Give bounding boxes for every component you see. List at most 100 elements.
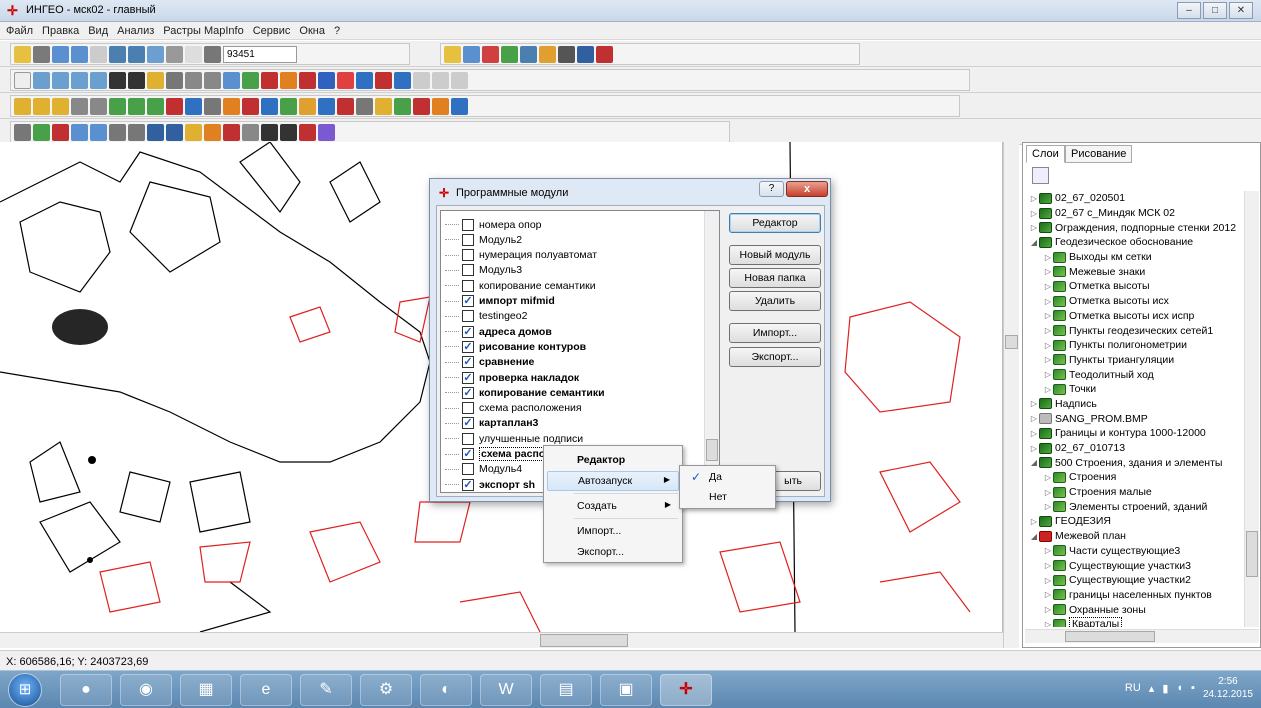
paste-icon[interactable] xyxy=(432,71,449,89)
module-autostart-checkbox[interactable]: ✓ xyxy=(462,325,474,338)
language-indicator[interactable]: RU xyxy=(1125,682,1141,694)
expand-arrow-icon[interactable]: ▷ xyxy=(1043,473,1053,482)
layer-tree-hscrollbar[interactable] xyxy=(1025,629,1259,643)
expand-arrow-icon[interactable]: ▷ xyxy=(1043,576,1053,585)
expand-arrow-icon[interactable]: ▷ xyxy=(1043,370,1053,379)
filter-icon[interactable] xyxy=(71,123,88,141)
circle-icon[interactable] xyxy=(432,97,449,115)
layer-item[interactable]: ▷ Точки xyxy=(1025,382,1245,397)
scale-input[interactable] xyxy=(223,45,297,63)
module-autostart-checkbox[interactable] xyxy=(462,310,474,323)
module-autostart-checkbox[interactable]: ✓ xyxy=(462,295,474,307)
tray-app-icon[interactable]: ▪ xyxy=(1191,682,1195,694)
module-list-scroll-thumb[interactable] xyxy=(706,439,718,461)
module-item[interactable]: ✓ копирование семантики xyxy=(445,385,605,400)
panel-c-icon[interactable] xyxy=(299,123,316,141)
module-item[interactable]: ✓ экспорт sh xyxy=(445,477,535,492)
module-autostart-checkbox[interactable] xyxy=(462,432,474,445)
layer-item[interactable]: ▷ Элементы строений, зданий xyxy=(1025,499,1245,514)
tool-a-icon[interactable] xyxy=(14,97,31,115)
scissors-icon[interactable] xyxy=(90,97,107,115)
snap-icon[interactable] xyxy=(242,71,259,89)
tr-icon[interactable] xyxy=(261,97,278,115)
menu-analysis[interactable]: Анализ xyxy=(117,25,154,37)
expand-arrow-icon[interactable]: ▷ xyxy=(1043,253,1053,262)
dialog-close-button[interactable]: x xyxy=(786,181,828,197)
network-icon[interactable]: ▮ xyxy=(1162,682,1168,695)
edit-icon[interactable] xyxy=(444,45,461,63)
module-item[interactable]: ✓ проверка накладок xyxy=(445,370,579,385)
module-autostart-checkbox[interactable]: ✓ xyxy=(462,340,474,353)
layer-item[interactable]: ▷ ГЕОДЕЗИЯ xyxy=(1025,514,1245,529)
save-icon[interactable] xyxy=(33,45,50,63)
layer-item[interactable]: ▷ Кварталы xyxy=(1025,617,1245,627)
delete-button[interactable]: Удалить xyxy=(729,291,821,311)
label-icon[interactable] xyxy=(223,97,240,115)
layer-item[interactable]: ▷ Существующие участки2 xyxy=(1025,573,1245,588)
tab-drawing[interactable]: Рисование xyxy=(1065,145,1133,163)
word-icon[interactable]: W xyxy=(480,674,532,706)
module-item[interactable]: нумерация полуавтомат xyxy=(445,248,597,263)
module-item[interactable]: ✓ импорт mifmid xyxy=(445,294,555,309)
tool-f-icon[interactable] xyxy=(223,123,240,141)
module-item[interactable]: схема расположения xyxy=(445,401,582,416)
map-horizontal-scrollbar[interactable] xyxy=(0,632,1003,648)
text-icon[interactable] xyxy=(147,71,164,89)
window-icon[interactable] xyxy=(577,45,594,63)
find-icon[interactable] xyxy=(356,97,373,115)
layer-item[interactable]: ▷ Выходы км сетки xyxy=(1025,250,1245,265)
expand-arrow-icon[interactable]: ▷ xyxy=(1043,297,1053,306)
module-autostart-checkbox[interactable]: ✓ xyxy=(462,478,474,491)
module-item[interactable]: улучшенные подписи xyxy=(445,431,583,446)
layer-item[interactable]: ◢ Геодезическое обоснование xyxy=(1025,235,1245,250)
map-vscroll-thumb[interactable] xyxy=(1005,335,1018,349)
number-icon[interactable] xyxy=(318,71,335,89)
csv-icon[interactable] xyxy=(394,97,411,115)
module-item[interactable]: testingeo2 xyxy=(445,309,527,324)
module-autostart-checkbox[interactable] xyxy=(462,279,474,292)
tool-d-icon[interactable] xyxy=(185,123,202,141)
angle-icon[interactable] xyxy=(204,97,221,115)
tray-arrow-icon[interactable]: ▴ xyxy=(1149,682,1155,695)
layer-item[interactable]: ▷ Отметка высоты исх xyxy=(1025,294,1245,309)
expand-arrow-icon[interactable]: ▷ xyxy=(1043,355,1053,364)
cut-icon[interactable] xyxy=(71,97,88,115)
flag-icon[interactable] xyxy=(166,97,183,115)
module-autostart-checkbox[interactable] xyxy=(462,233,474,246)
export-grid-icon[interactable] xyxy=(128,123,145,141)
layers-icon[interactable] xyxy=(52,45,69,63)
context-menu-item[interactable]: Создать ▶ xyxy=(547,497,679,517)
expand-arrow-icon[interactable]: ▷ xyxy=(1043,267,1053,276)
import-button[interactable]: Импорт... xyxy=(729,323,821,343)
module-autostart-checkbox[interactable] xyxy=(462,264,474,277)
layer-item[interactable]: ▷ SANG_PROM.BMP xyxy=(1025,411,1245,426)
table-view-icon[interactable] xyxy=(147,123,164,141)
module-item[interactable]: ✓ картаплан3 xyxy=(445,416,538,431)
new-module-button[interactable]: Новый модуль xyxy=(729,245,821,265)
open-icon[interactable] xyxy=(14,45,31,63)
copy-icon[interactable] xyxy=(413,71,430,89)
tools-icon[interactable]: ⚙ xyxy=(360,674,412,706)
firefox-icon[interactable]: ◉ xyxy=(120,674,172,706)
layer-item[interactable]: ◢ Межевой план xyxy=(1025,529,1245,544)
context-menu-item[interactable]: Автозапуск ▶ xyxy=(547,471,679,491)
attributes-icon[interactable] xyxy=(501,45,518,63)
remove-icon[interactable] xyxy=(337,97,354,115)
chrome-icon[interactable]: ● xyxy=(60,674,112,706)
expand-arrow-icon[interactable]: ▷ xyxy=(1043,326,1053,335)
expand-arrow-icon[interactable]: ▷ xyxy=(1043,341,1053,350)
zoom-window-icon[interactable] xyxy=(147,45,164,63)
app-blue-circle-icon[interactable]: ◐ xyxy=(420,674,472,706)
map-vertical-scrollbar[interactable] xyxy=(1003,142,1019,648)
print-icon[interactable] xyxy=(90,45,107,63)
chart-icon[interactable] xyxy=(185,97,202,115)
layer-copy-icon[interactable] xyxy=(147,97,164,115)
panel-d-icon[interactable] xyxy=(318,123,335,141)
mapinfo-icon[interactable]: ▣ xyxy=(600,674,652,706)
internet-explorer-icon[interactable]: e xyxy=(240,674,292,706)
table-edit-icon[interactable] xyxy=(166,123,183,141)
expand-arrow-icon[interactable]: ▷ xyxy=(1029,517,1039,526)
polar-icon[interactable] xyxy=(299,71,316,89)
zoom-out-icon[interactable] xyxy=(128,45,145,63)
maximize-button[interactable]: □ xyxy=(1203,2,1227,19)
